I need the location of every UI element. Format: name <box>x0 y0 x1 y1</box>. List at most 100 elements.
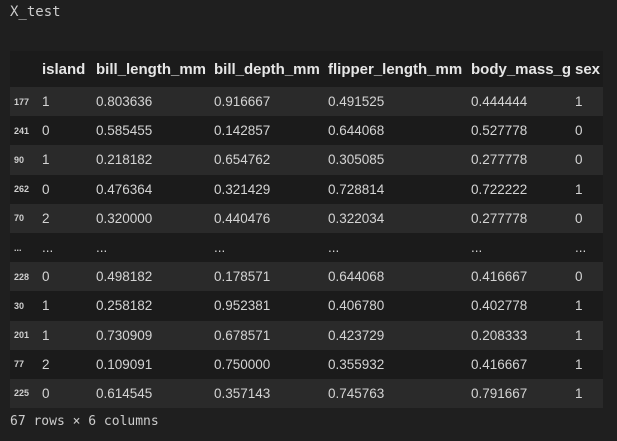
row-index: 30 <box>14 300 25 311</box>
table-cell: 0.803636 <box>96 94 153 110</box>
table-cell: 0.491525 <box>328 94 385 110</box>
table-cell: 1 <box>42 152 50 168</box>
table-cell: 0.142857 <box>214 123 271 139</box>
table-cell: 0 <box>42 385 50 401</box>
table-cell: 0.952381 <box>214 298 271 314</box>
table-cell: 1 <box>42 94 50 110</box>
table-cell: 1 <box>575 385 583 401</box>
table-cell: 1 <box>575 181 583 197</box>
table-cell: 0.745763 <box>328 385 385 401</box>
column-header: island <box>38 51 92 87</box>
column-header: bill_depth_mm <box>210 51 324 87</box>
dataframe-table: island bill_length_mm bill_depth_mm flip… <box>10 51 603 409</box>
table-cell: 1 <box>575 94 583 110</box>
table-row: 90 1 0.218182 0.654762 0.305085 0.277778 0 <box>10 145 603 175</box>
table-row: 262 0 0.476364 0.321429 0.728814 0.722222 1 <box>10 174 603 204</box>
table-cell: ... <box>575 240 587 256</box>
table-cell: 0.585455 <box>96 123 153 139</box>
table-cell: 1 <box>42 298 50 314</box>
row-index: 228 <box>14 271 30 282</box>
table-cell: 0 <box>575 269 583 285</box>
table-row: 70 2 0.320000 0.440476 0.322034 0.277778 0 <box>10 203 603 233</box>
header-row: island bill_length_mm bill_depth_mm flip… <box>10 51 603 87</box>
table-cell: ... <box>96 240 108 256</box>
table-cell: 0.750000 <box>214 356 271 372</box>
table-cell: 0.416667 <box>471 356 528 372</box>
row-index: 70 <box>14 213 25 224</box>
table-cell: 0 <box>575 152 583 168</box>
table-cell: 0.277778 <box>471 152 528 168</box>
dataframe-view: island bill_length_mm bill_depth_mm flip… <box>10 51 603 409</box>
column-header: flipper_length_mm <box>324 51 467 87</box>
table-row: 225 0 0.614545 0.357143 0.745763 0.791667 1 <box>10 378 603 409</box>
table-row: 241 0 0.585455 0.142857 0.644068 0.527778 0 <box>10 116 603 146</box>
table-cell: 0.322034 <box>328 210 385 226</box>
table-cell: 2 <box>42 210 50 226</box>
table-cell: 0 <box>42 269 50 285</box>
table-cell: ... <box>214 240 226 256</box>
table-cell: 0.440476 <box>214 210 271 226</box>
row-index: 225 <box>14 388 30 399</box>
table-cell: 1 <box>575 327 583 343</box>
row-index: 262 <box>14 184 30 195</box>
table-cell: 0.305085 <box>328 152 385 168</box>
table-cell: 0 <box>575 123 583 139</box>
table-cell: 0.444444 <box>471 94 528 110</box>
table-row: 201 1 0.730909 0.678571 0.423729 0.208333 1 <box>10 320 603 350</box>
table-cell: 1 <box>575 298 583 314</box>
row-index: 90 <box>14 154 25 165</box>
table-row: 30 1 0.258182 0.952381 0.406780 0.402778 1 <box>10 291 603 321</box>
table-cell: 0 <box>575 210 583 226</box>
dataframe-shape-summary: 67 rows × 6 columns <box>10 414 159 429</box>
table-cell: 0.916667 <box>214 94 271 110</box>
table-cell: 0 <box>42 181 50 197</box>
table-cell: 2 <box>42 356 50 372</box>
column-header: bill_length_mm <box>92 51 210 87</box>
table-cell: 0.728814 <box>328 181 385 197</box>
column-header: body_mass_g <box>467 51 571 87</box>
table-cell: 0.644068 <box>328 269 385 285</box>
row-index: 177 <box>14 96 30 107</box>
table-cell: 0.614545 <box>96 385 153 401</box>
table-cell: ... <box>328 240 340 256</box>
table-cell: 0.277778 <box>471 210 528 226</box>
table-cell: 0.357143 <box>214 385 271 401</box>
row-index: ... <box>14 242 22 253</box>
table-cell: 1 <box>575 356 583 372</box>
table-cell: 0.423729 <box>328 327 385 343</box>
table-cell: 0.208333 <box>471 327 528 343</box>
table-cell: 0.321429 <box>214 181 271 197</box>
table-cell: 0.406780 <box>328 298 385 314</box>
table-cell: 0.527778 <box>471 123 528 139</box>
table-cell: 0.320000 <box>96 210 153 226</box>
table-cell: 0.791667 <box>471 385 528 401</box>
table-cell: 0.644068 <box>328 123 385 139</box>
table-cell: 0 <box>42 123 50 139</box>
index-header <box>10 51 38 87</box>
table-cell: 0.722222 <box>471 181 528 197</box>
table-cell: 1 <box>42 327 50 343</box>
table-cell: ... <box>471 240 483 256</box>
output-label: X_test <box>10 4 61 20</box>
column-header: sex <box>571 51 603 87</box>
table-row: 228 0 0.498182 0.178571 0.644068 0.416667 0 <box>10 262 603 292</box>
table-cell: 0.678571 <box>214 327 271 343</box>
table-row: ..................... <box>10 232 603 263</box>
row-index: 201 <box>14 330 30 341</box>
table-cell: 0.654762 <box>214 152 271 168</box>
table-cell: ... <box>42 240 54 256</box>
row-index: 77 <box>14 359 25 370</box>
notebook-cell-output: X_test island bill_length_mm bill_depth_… <box>0 0 617 441</box>
table-cell: 0.498182 <box>96 269 153 285</box>
table-cell: 0.476364 <box>96 181 153 197</box>
row-index: 241 <box>14 125 30 136</box>
table-cell: 0.178571 <box>214 269 271 285</box>
table-cell: 0.355932 <box>328 356 385 372</box>
table-cell: 0.402778 <box>471 298 528 314</box>
table-cell: 0.109091 <box>96 356 153 372</box>
table-cell: 0.218182 <box>96 152 153 168</box>
table-cell: 0.416667 <box>471 269 528 285</box>
table-row: 77 2 0.109091 0.750000 0.355932 0.416667 1 <box>10 349 603 379</box>
table-cell: 0.258182 <box>96 298 153 314</box>
table-cell: 0.730909 <box>96 327 153 343</box>
